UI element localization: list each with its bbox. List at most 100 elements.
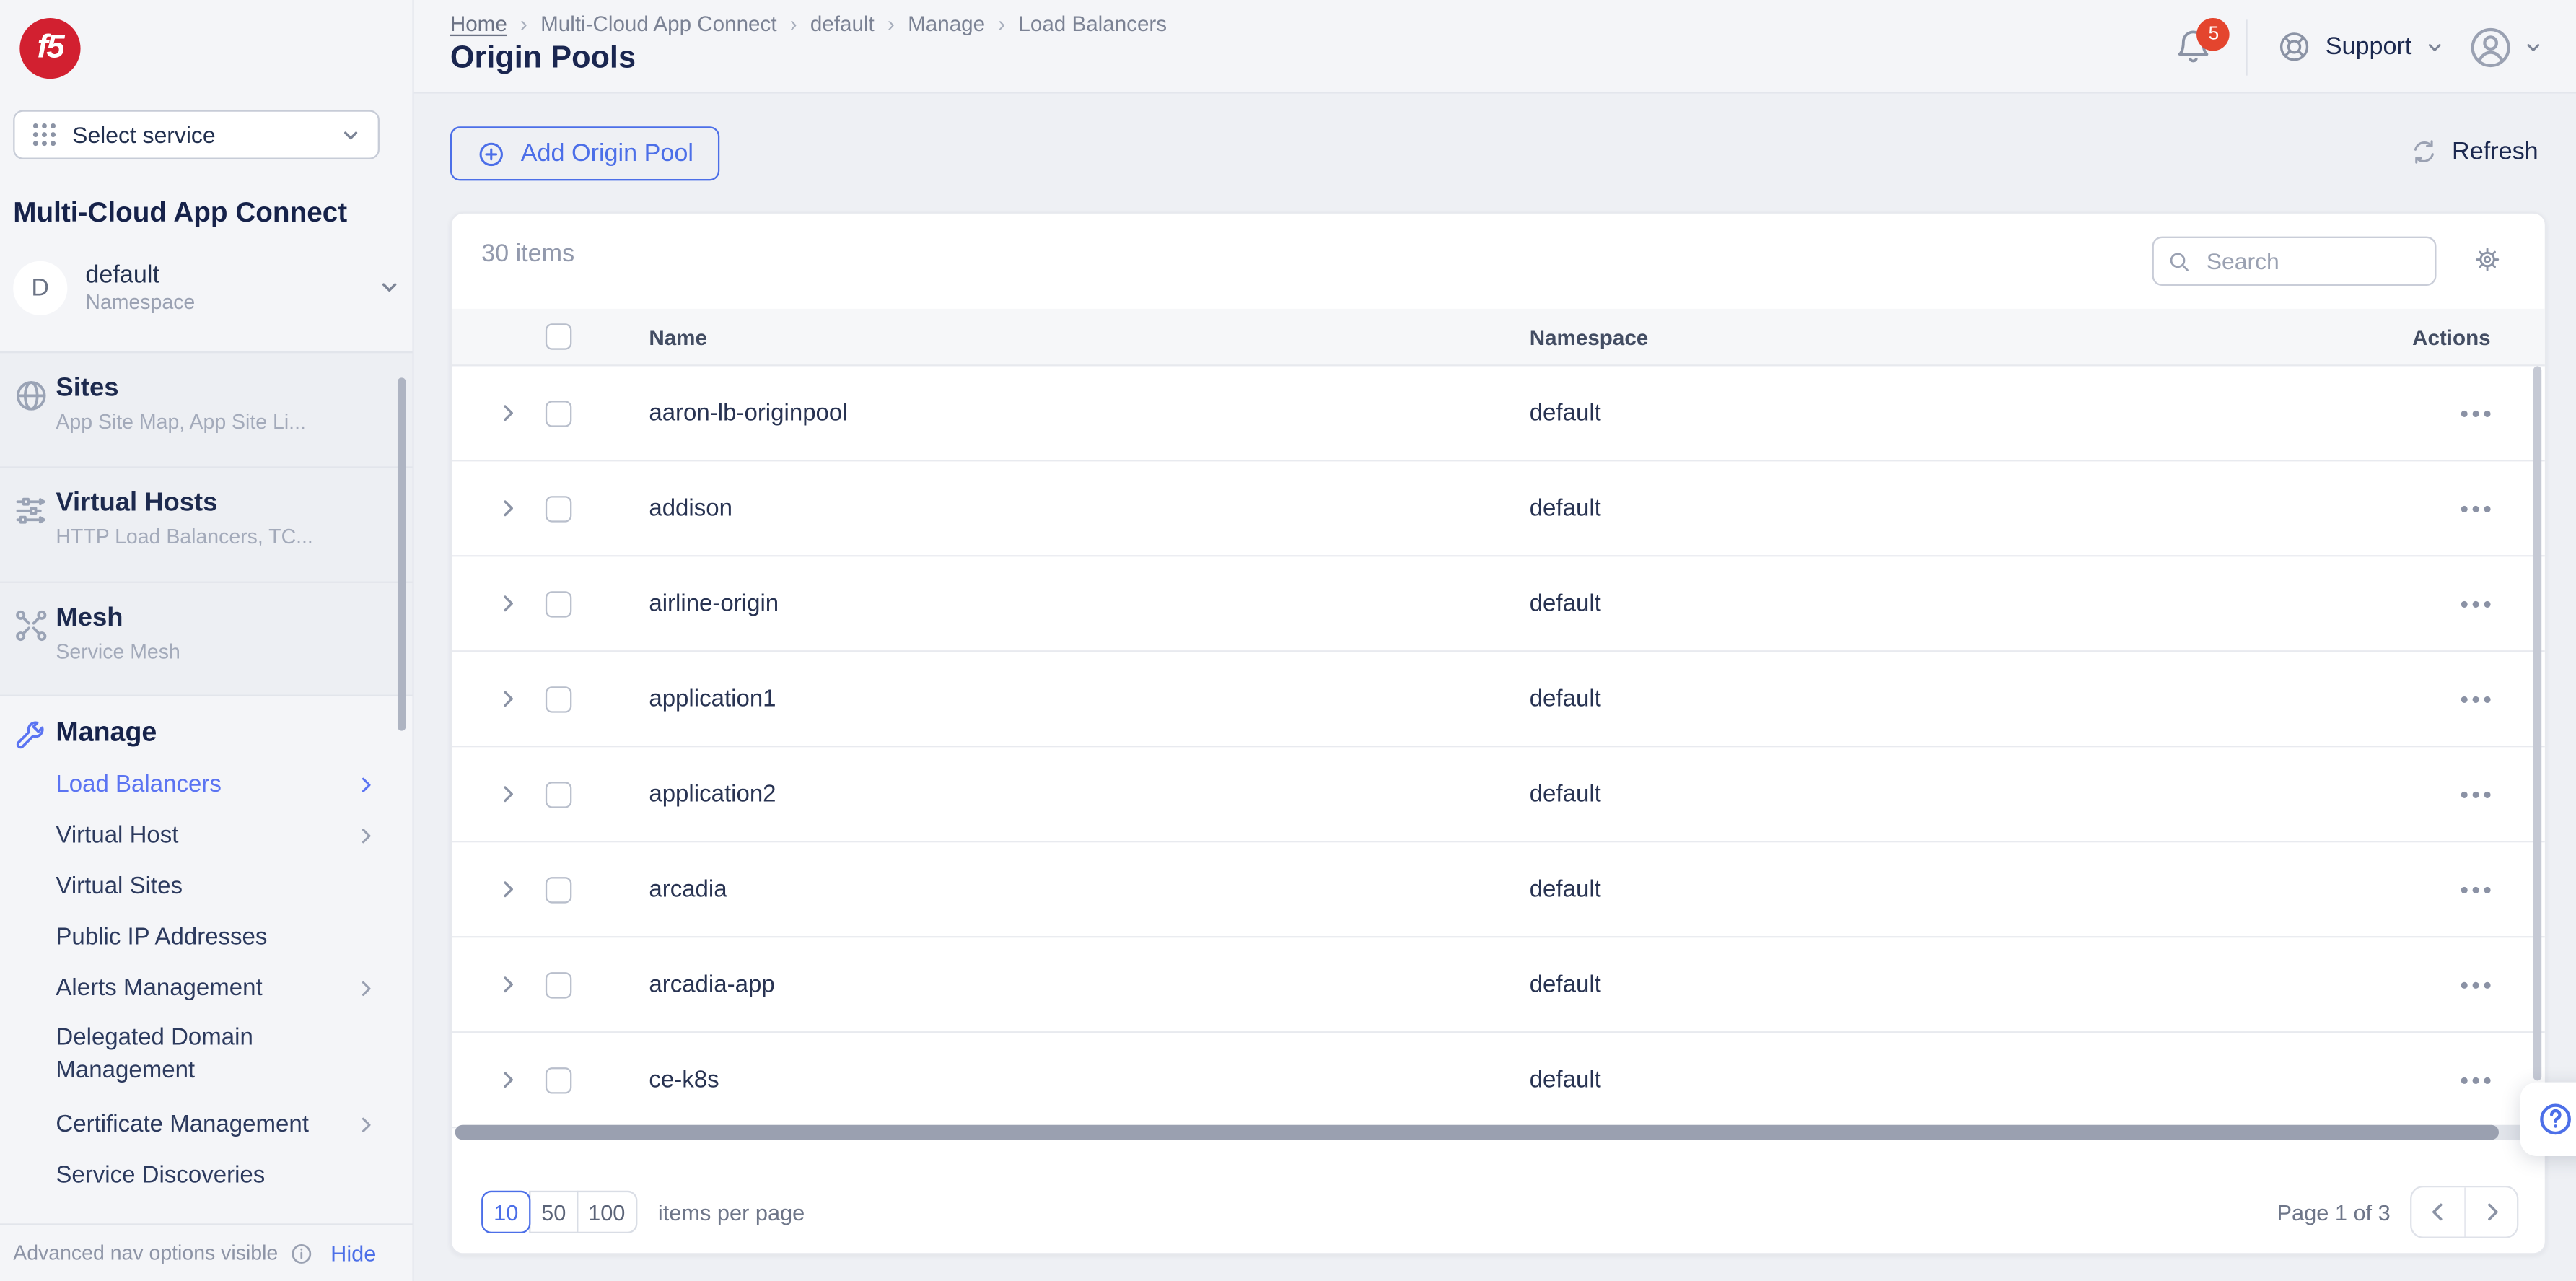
namespace-selector[interactable]: D default Namespace — [13, 250, 400, 325]
page-size-10-button[interactable]: 10 — [481, 1191, 530, 1233]
search-box — [2152, 237, 2437, 286]
hide-nav-link[interactable]: Hide — [330, 1241, 376, 1265]
expand-row-icon[interactable] — [498, 497, 520, 518]
notifications-button[interactable]: 5 — [2174, 25, 2217, 68]
sidebar-section-mesh[interactable]: MeshService Mesh — [0, 582, 412, 696]
origin-pool-name[interactable]: arcadia-app — [649, 971, 774, 997]
section-subtitle: HTTP Load Balancers, TC... — [56, 525, 376, 550]
sidebar-section-virtual-hosts[interactable]: Virtual HostsHTTP Load Balancers, TC... — [0, 466, 412, 581]
table-row[interactable]: application2default — [452, 747, 2545, 842]
grid-icon — [31, 121, 57, 147]
row-checkbox[interactable] — [546, 971, 571, 997]
origin-pool-name[interactable]: ce-k8s — [649, 1067, 719, 1093]
select-all-checkbox[interactable] — [546, 323, 571, 349]
origin-pool-name[interactable]: application2 — [649, 781, 776, 807]
sidebar-item-certificate-management[interactable]: Certificate Management — [0, 1098, 412, 1150]
sidebar-item-delegated-domain-management[interactable]: Delegated Domain Management — [0, 1013, 412, 1098]
breadcrumb-item[interactable]: default — [810, 12, 875, 36]
row-checkbox[interactable] — [546, 495, 571, 521]
breadcrumb-separator-icon: › — [790, 12, 797, 36]
info-icon — [289, 1241, 314, 1265]
sidebar-item-virtual-sites[interactable]: Virtual Sites — [0, 860, 412, 911]
table-body: aaron-lb-originpooldefaultaddisondefault… — [452, 366, 2545, 1128]
expand-row-icon[interactable] — [498, 878, 520, 899]
row-checkbox[interactable] — [546, 876, 571, 902]
gear-icon[interactable] — [2473, 245, 2502, 274]
sidebar-item-load-balancers[interactable]: Load Balancers — [0, 758, 412, 810]
table-header: Name Namespace Actions — [452, 309, 2545, 367]
table-row[interactable]: ce-k8sdefault — [452, 1033, 2545, 1128]
row-actions-icon[interactable] — [2461, 791, 2491, 797]
page-size-100-button[interactable]: 100 — [577, 1191, 636, 1233]
mesh-icon — [13, 608, 49, 644]
row-actions-icon[interactable] — [2461, 886, 2491, 893]
support-menu[interactable]: Support — [2278, 30, 2445, 64]
row-actions-icon[interactable] — [2461, 600, 2491, 607]
table-row[interactable]: aaron-lb-originpooldefault — [452, 366, 2545, 461]
expand-row-icon[interactable] — [498, 782, 520, 804]
section-title: Sites — [56, 375, 395, 404]
expand-row-icon[interactable] — [498, 1068, 520, 1090]
sidebar-scrollbar[interactable] — [398, 377, 406, 730]
breadcrumb-separator-icon: › — [520, 12, 527, 36]
sidebar-item-alerts-management[interactable]: Alerts Management — [0, 963, 412, 1014]
table-row[interactable]: arcadiadefault — [452, 842, 2545, 937]
breadcrumb-item[interactable]: Home — [450, 12, 507, 36]
expand-row-icon[interactable] — [498, 973, 520, 994]
refresh-button[interactable]: Refresh — [2411, 138, 2538, 166]
row-checkbox[interactable] — [546, 686, 571, 712]
row-actions-icon[interactable] — [2461, 981, 2491, 988]
sidebar-item-service-discoveries[interactable]: Service Discoveries — [0, 1150, 412, 1201]
avatar-icon — [2468, 24, 2514, 70]
sidebar-item-public-ip-addresses[interactable]: Public IP Addresses — [0, 911, 412, 963]
select-service-label: Select service — [72, 121, 340, 147]
table-vertical-scrollbar[interactable] — [2533, 366, 2541, 1080]
expand-row-icon[interactable] — [498, 592, 520, 613]
row-namespace: default — [1530, 686, 1601, 712]
manage-title: Manage — [56, 717, 157, 747]
search-input[interactable] — [2203, 246, 2400, 276]
sidebar-section-sites[interactable]: Sites App Site Map, App Site Li... — [0, 351, 412, 466]
origin-pools-card: 30 items Name Namespace Actions aaron-lb… — [450, 212, 2546, 1255]
breadcrumb: Home›Multi-Cloud App Connect›default›Man… — [450, 12, 1167, 36]
row-checkbox[interactable] — [546, 590, 571, 616]
account-menu[interactable] — [2468, 24, 2544, 70]
add-origin-pool-button[interactable]: Add Origin Pool — [450, 126, 720, 180]
next-page-button[interactable] — [2464, 1187, 2517, 1236]
origin-pool-name[interactable]: arcadia — [649, 876, 727, 902]
row-checkbox[interactable] — [546, 1067, 571, 1093]
chevron-down-icon — [340, 124, 362, 146]
page-size-50-button[interactable]: 50 — [529, 1191, 578, 1233]
select-service-dropdown[interactable]: Select service — [13, 110, 380, 159]
row-actions-icon[interactable] — [2461, 1077, 2491, 1083]
table-row[interactable]: arcadia-appdefault — [452, 937, 2545, 1033]
help-button[interactable] — [2520, 1083, 2576, 1156]
f5-logo-icon[interactable]: f5 — [19, 18, 80, 79]
origin-pool-name[interactable]: airline-origin — [649, 590, 779, 616]
origin-pool-name[interactable]: application1 — [649, 686, 776, 712]
breadcrumb-item[interactable]: Multi-Cloud App Connect — [540, 12, 776, 36]
row-actions-icon[interactable] — [2461, 696, 2491, 702]
items-per-page-label: items per page — [658, 1199, 805, 1224]
origin-pool-name[interactable]: addison — [649, 495, 732, 521]
table-row[interactable]: airline-origindefault — [452, 556, 2545, 652]
sidebar-item-virtual-host[interactable]: Virtual Host — [0, 810, 412, 861]
breadcrumb-item[interactable]: Load Balancers — [1018, 12, 1167, 36]
expand-row-icon[interactable] — [498, 687, 520, 709]
table-row[interactable]: application1 default — [452, 652, 2545, 747]
row-actions-icon[interactable] — [2461, 505, 2491, 512]
breadcrumb-item[interactable]: Manage — [908, 12, 985, 36]
origin-pool-name[interactable]: aaron-lb-originpool — [649, 400, 847, 426]
topbar: Home›Multi-Cloud App Connect›default›Man… — [414, 0, 2576, 94]
expand-row-icon[interactable] — [498, 401, 520, 423]
row-checkbox[interactable] — [546, 781, 571, 807]
product-title: Multi-Cloud App Connect — [13, 197, 347, 230]
namespace-name: default — [85, 261, 377, 290]
section-subtitle: App Site Map, App Site Li... — [56, 411, 376, 435]
table-row[interactable]: addisondefault — [452, 461, 2545, 556]
refresh-label: Refresh — [2452, 138, 2538, 166]
row-actions-icon[interactable] — [2461, 410, 2491, 416]
table-horizontal-scrollbar[interactable] — [455, 1125, 2499, 1140]
previous-page-button[interactable] — [2411, 1187, 2464, 1236]
row-checkbox[interactable] — [546, 400, 571, 426]
